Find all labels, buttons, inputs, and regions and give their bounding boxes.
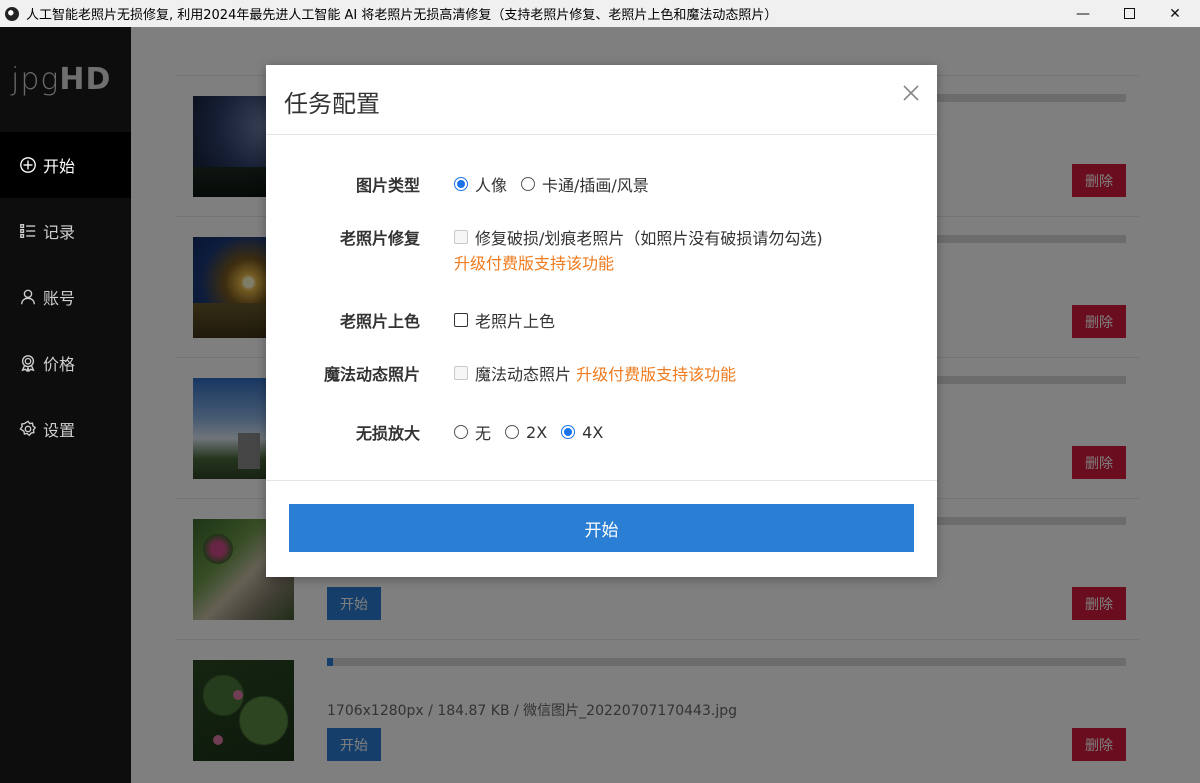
repair-label: 老照片修复 xyxy=(339,229,420,248)
close-icon xyxy=(903,85,919,101)
maximize-icon xyxy=(1123,8,1135,19)
option-label: 4X xyxy=(582,422,604,442)
radio-unchecked[interactable] xyxy=(505,425,520,439)
logo-part-hd: HD xyxy=(59,62,112,97)
sidebar-item-label: 记录 xyxy=(43,223,76,242)
sidebar-item-records[interactable]: 记录 xyxy=(0,198,131,264)
app-icon xyxy=(5,6,19,21)
image-type-portrait-option[interactable]: 人像 xyxy=(454,172,507,196)
close-window-button[interactable]: ✕ xyxy=(1152,0,1198,27)
sidebar-item-start[interactable]: 开始 xyxy=(0,132,131,198)
sidebar-item-pricing[interactable]: 价格 xyxy=(0,330,131,396)
dialog-close-button[interactable] xyxy=(901,83,921,103)
logo: jpg HD xyxy=(0,27,131,132)
sidebar-item-label: 开始 xyxy=(43,157,76,176)
gear-icon xyxy=(18,419,38,439)
list-icon xyxy=(18,221,38,241)
radio-unchecked[interactable] xyxy=(454,425,468,439)
plus-circle-icon xyxy=(18,155,38,175)
dialog-header: 任务配置 xyxy=(266,65,937,135)
colorize-option-label: 老照片上色 xyxy=(475,312,556,331)
sidebar-item-label: 价格 xyxy=(43,355,76,374)
option-label: 卡通/插画/风景 xyxy=(542,176,649,195)
start-task-button[interactable]: 开始 xyxy=(289,504,914,552)
dialog-footer: 开始 xyxy=(266,480,937,577)
option-label: 2X xyxy=(526,422,548,442)
close-icon: ✕ xyxy=(1169,5,1181,22)
magic-checkbox[interactable] xyxy=(454,366,468,380)
sidebar-item-account[interactable]: 账号 xyxy=(0,264,131,330)
radio-unchecked[interactable] xyxy=(521,177,536,191)
upscale-none-option[interactable]: 无 xyxy=(454,420,491,444)
minimize-icon: — xyxy=(1076,5,1090,22)
upscale-label: 无损放大 xyxy=(355,424,420,443)
task-config-dialog: 任务配置 图片类型 人像 卡通/插画/风景 老照片修复 修复破损/划痕老照片（如… xyxy=(266,65,937,577)
option-label: 人像 xyxy=(475,176,508,195)
colorize-label: 老照片上色 xyxy=(339,312,420,331)
radio-checked[interactable] xyxy=(454,177,468,191)
logo-part-jpg: jpg xyxy=(11,62,60,97)
badge-icon xyxy=(18,353,38,373)
repair-option: 修复破损/划痕老照片（如照片没有破损请勿勾选) xyxy=(454,225,823,249)
repair-checkbox[interactable] xyxy=(454,230,468,244)
image-type-label: 图片类型 xyxy=(355,176,420,195)
user-icon xyxy=(18,287,38,307)
upscale-4x-option[interactable]: 4X xyxy=(561,423,603,442)
magic-option-label: 魔法动态照片 xyxy=(475,365,572,384)
title-bar: 人工智能老照片无损修复, 利用2024年最先进人工智能 AI 将老照片无损高清修… xyxy=(0,0,1200,27)
sidebar: jpg HD 开始 记录 账号 价格 设置 xyxy=(0,27,131,783)
option-label: 无 xyxy=(475,424,492,443)
window-title: 人工智能老照片无损修复, 利用2024年最先进人工智能 AI 将老照片无损高清修… xyxy=(26,8,778,23)
image-type-options: 人像 卡通/插画/风景 xyxy=(454,172,663,196)
maximize-button[interactable] xyxy=(1106,0,1152,27)
radio-checked[interactable] xyxy=(561,425,576,439)
minimize-button[interactable]: — xyxy=(1060,0,1106,27)
sidebar-item-label: 账号 xyxy=(43,289,76,308)
sidebar-item-label: 设置 xyxy=(43,421,76,440)
magic-option: 魔法动态照片 升级付费版支持该功能 xyxy=(454,361,736,385)
magic-label: 魔法动态照片 xyxy=(323,365,420,384)
upscale-2x-option[interactable]: 2X xyxy=(505,423,547,442)
upscale-options: 无 2X 4X xyxy=(454,420,617,444)
magic-upgrade-note[interactable]: 升级付费版支持该功能 xyxy=(576,361,736,385)
repair-upgrade-note[interactable]: 升级付费版支持该功能 xyxy=(454,250,614,274)
dialog-title: 任务配置 xyxy=(284,90,380,118)
image-type-cartoon-option[interactable]: 卡通/插画/风景 xyxy=(521,172,649,196)
colorize-checkbox[interactable] xyxy=(454,313,468,327)
colorize-option: 老照片上色 xyxy=(454,308,555,332)
repair-option-label: 修复破损/划痕老照片（如照片没有破损请勿勾选) xyxy=(475,229,823,248)
sidebar-item-settings[interactable]: 设置 xyxy=(0,396,131,462)
